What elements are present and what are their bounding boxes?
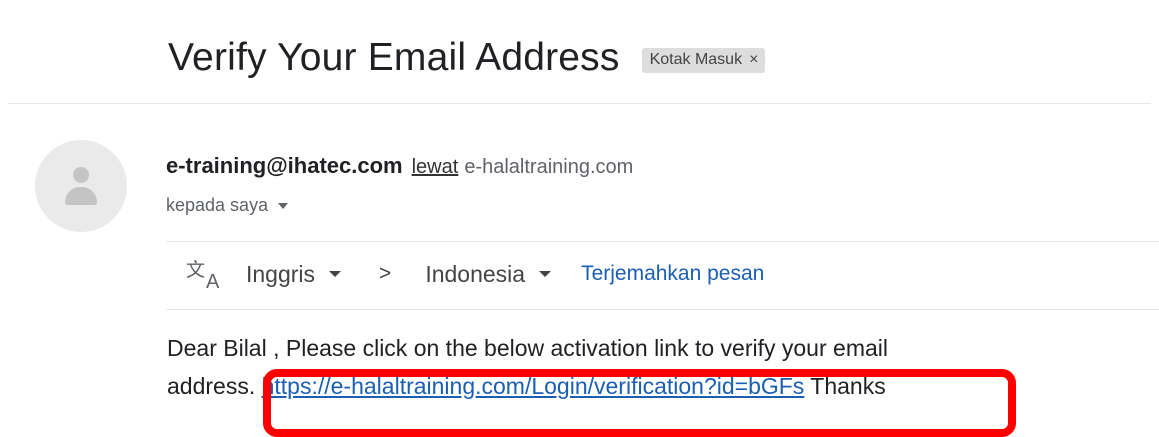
svg-text:文: 文	[186, 259, 205, 281]
via-domain: e-halaltraining.com	[464, 156, 634, 178]
email-header: Verify Your Email Address Kotak Masuk ×	[168, 36, 766, 80]
recipient-label: kepada saya	[166, 195, 269, 215]
sender-email[interactable]: e-training@ihatec.com	[166, 153, 403, 179]
recipient-details-toggle[interactable]: kepada saya	[166, 195, 289, 216]
body-line-1: Dear Bilal , Please click on the below a…	[167, 335, 888, 361]
avatar-head-icon	[73, 167, 89, 183]
source-language-select[interactable]: Inggris	[246, 260, 342, 288]
email-subject: Verify Your Email Address	[168, 36, 620, 79]
body-line-2-prefix: address.	[167, 373, 262, 399]
chevron-down-icon	[329, 271, 342, 277]
translate-divider	[166, 241, 1159, 242]
label-chip-text: Kotak Masuk	[649, 50, 743, 68]
target-language-label: Indonesia	[425, 260, 526, 287]
avatar-shoulders-icon	[65, 187, 97, 205]
translate-bar: 文 A Inggris > Indonesia Terjemahkan pesa…	[186, 254, 764, 294]
chevron-down-icon	[539, 271, 552, 277]
translate-message-link[interactable]: Terjemahkan pesan	[581, 262, 764, 286]
header-divider	[8, 103, 1151, 104]
via-link[interactable]: lewat	[412, 156, 459, 179]
label-chip-inbox: Kotak Masuk ×	[641, 47, 766, 73]
language-arrow-icon: >	[379, 262, 392, 285]
source-language-label: Inggris	[246, 260, 316, 287]
remove-label-icon[interactable]: ×	[749, 51, 758, 69]
sender-info: e-training@ihatec.com lewat e-halaltrain…	[166, 153, 633, 179]
email-body: Dear Bilal , Please click on the below a…	[167, 329, 1147, 405]
svg-text:A: A	[206, 271, 220, 291]
translate-icon: 文 A	[186, 257, 230, 293]
body-line-2: address. https://e-halaltraining.com/Log…	[167, 367, 1147, 405]
body-divider	[166, 309, 1159, 310]
sender-avatar[interactable]	[35, 140, 127, 232]
verification-link[interactable]: https://e-halaltraining.com/Login/verifi…	[262, 373, 805, 399]
chevron-down-icon	[278, 202, 289, 209]
target-language-select[interactable]: Indonesia	[425, 260, 552, 288]
body-line-2-suffix: Thanks	[804, 373, 886, 399]
